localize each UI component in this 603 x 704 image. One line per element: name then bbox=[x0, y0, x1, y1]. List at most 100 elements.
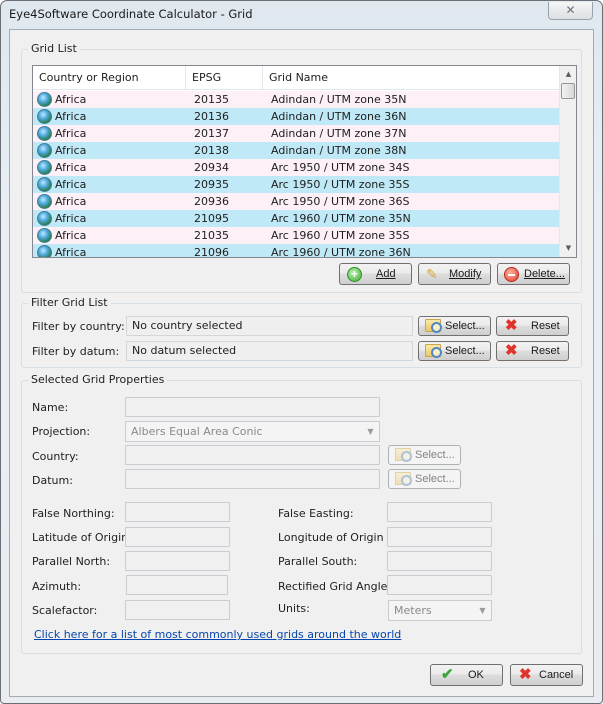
cell-country: Africa bbox=[55, 161, 87, 174]
globe-icon bbox=[37, 160, 52, 175]
cell-name: Arc 1950 / UTM zone 34S bbox=[271, 161, 410, 174]
folder-search-icon bbox=[425, 344, 442, 358]
globe-icon bbox=[37, 177, 52, 192]
parallel-north-field[interactable] bbox=[125, 551, 230, 571]
cell-name: Arc 1960 / UTM zone 36N bbox=[271, 246, 411, 258]
grid-list-group-label: Grid List bbox=[28, 42, 80, 55]
cell-country: Africa bbox=[55, 195, 87, 208]
cancel-button[interactable]: ✖ Cancel bbox=[510, 664, 583, 686]
folder-search-icon bbox=[395, 448, 412, 462]
scroll-up-arrow-icon[interactable]: ▲ bbox=[560, 66, 576, 83]
cell-country: Africa bbox=[55, 127, 87, 140]
table-row[interactable]: Africa 21035 Arc 1960 / UTM zone 35S bbox=[33, 227, 559, 244]
longitude-origin-field[interactable] bbox=[387, 527, 492, 547]
cell-epsg: 20135 bbox=[194, 93, 229, 106]
filter-group-label: Filter Grid List bbox=[28, 296, 111, 309]
filter-datum-reset-button[interactable]: ✖ Reset bbox=[496, 341, 569, 361]
table-row[interactable]: Africa 20936 Arc 1950 / UTM zone 36S bbox=[33, 193, 559, 210]
chevron-down-icon: ▼ bbox=[367, 427, 374, 436]
cell-country: Africa bbox=[55, 229, 87, 242]
cell-epsg: 20136 bbox=[194, 110, 229, 123]
scroll-down-arrow-icon[interactable]: ▼ bbox=[560, 240, 576, 257]
false-easting-field[interactable] bbox=[387, 502, 492, 522]
country-select-button[interactable]: Select... bbox=[388, 445, 461, 465]
table-row[interactable]: Africa 20935 Arc 1950 / UTM zone 35S bbox=[33, 176, 559, 193]
table-row[interactable]: Africa 21096 Arc 1960 / UTM zone 36N bbox=[33, 244, 559, 258]
filter-datum-select-button[interactable]: Select... bbox=[418, 341, 491, 361]
units-dropdown[interactable]: Meters ▼ bbox=[388, 600, 492, 621]
cell-country: Africa bbox=[55, 178, 87, 191]
vertical-scrollbar[interactable]: ▲ ▼ bbox=[559, 66, 576, 257]
false-northing-field[interactable] bbox=[125, 502, 230, 522]
name-label: Name: bbox=[32, 401, 69, 414]
false-easting-label: False Easting: bbox=[278, 507, 354, 520]
cell-epsg: 20138 bbox=[194, 144, 229, 157]
azimuth-field[interactable] bbox=[126, 575, 228, 595]
projection-dropdown[interactable]: Albers Equal Area Conic ▼ bbox=[125, 421, 380, 442]
delete-icon bbox=[504, 267, 519, 282]
column-header-grid-name[interactable]: Grid Name bbox=[263, 66, 559, 90]
name-field[interactable] bbox=[125, 397, 380, 417]
scalefactor-label: Scalefactor: bbox=[32, 604, 98, 617]
false-northing-label: False Northing: bbox=[32, 507, 115, 520]
close-button[interactable]: ✕ bbox=[548, 2, 593, 20]
window-title: Eye4Software Coordinate Calculator - Gri… bbox=[9, 7, 253, 21]
rectified-grid-angle-field[interactable] bbox=[387, 575, 492, 595]
scroll-thumb[interactable] bbox=[561, 83, 575, 99]
reset-x-icon: ✖ bbox=[505, 317, 518, 334]
cell-country: Africa bbox=[55, 212, 87, 225]
parallel-north-label: Parallel North: bbox=[32, 555, 111, 568]
units-label: Units: bbox=[278, 602, 310, 615]
grid-list-rows: Africa 20135 Adindan / UTM zone 35N Africa 2… bbox=[33, 91, 559, 258]
filter-country-select-button[interactable]: Select... bbox=[418, 316, 491, 336]
rectified-grid-angle-label: Rectified Grid Angle: bbox=[278, 580, 392, 593]
checkmark-icon: ✔ bbox=[441, 666, 454, 683]
cell-country: Africa bbox=[55, 246, 87, 258]
projection-value: Albers Equal Area Conic bbox=[131, 425, 263, 438]
title-bar[interactable]: Eye4Software Coordinate Calculator - Gri… bbox=[1, 1, 602, 29]
cell-name: Adindan / UTM zone 38N bbox=[271, 144, 407, 157]
country-field[interactable] bbox=[125, 445, 380, 465]
filter-country-reset-button[interactable]: ✖ Reset bbox=[496, 316, 569, 336]
table-row[interactable]: Africa 20135 Adindan / UTM zone 35N bbox=[33, 91, 559, 108]
column-header-country[interactable]: Country or Region bbox=[33, 66, 186, 90]
datum-field[interactable] bbox=[125, 469, 380, 489]
grid-list-view[interactable]: Country or Region EPSG Grid Name Africa 2… bbox=[32, 65, 577, 258]
table-row[interactable]: Africa 20136 Adindan / UTM zone 36N bbox=[33, 108, 559, 125]
parallel-south-field[interactable] bbox=[387, 551, 492, 571]
select-label: Select... bbox=[445, 320, 485, 332]
add-icon: + bbox=[347, 267, 362, 282]
modify-label: Modify bbox=[449, 268, 482, 280]
ok-button[interactable]: ✔ OK bbox=[430, 664, 503, 686]
scalefactor-field[interactable] bbox=[125, 600, 230, 620]
longitude-origin-label: Longitude of Origin bbox=[278, 531, 384, 544]
reset-label: Reset bbox=[531, 320, 560, 332]
filter-country-label: Filter by country: bbox=[32, 320, 125, 333]
add-button[interactable]: + Add bbox=[339, 263, 412, 285]
cell-epsg: 21096 bbox=[194, 246, 229, 258]
units-value: Meters bbox=[394, 604, 432, 617]
select-label: Select... bbox=[415, 449, 455, 461]
filter-datum-label: Filter by datum: bbox=[32, 345, 120, 358]
common-grids-link[interactable]: Click here for a list of most commonly u… bbox=[34, 628, 401, 641]
globe-icon bbox=[37, 126, 52, 141]
table-row[interactable]: Africa 21095 Arc 1960 / UTM zone 35N bbox=[33, 210, 559, 227]
cancel-x-icon: ✖ bbox=[519, 666, 532, 683]
modify-button[interactable]: ✎ Modify bbox=[418, 263, 491, 285]
filter-country-field: No country selected bbox=[126, 316, 413, 336]
cell-country: Africa bbox=[55, 93, 87, 106]
azimuth-label: Azimuth: bbox=[32, 580, 82, 593]
column-header-epsg[interactable]: EPSG bbox=[186, 66, 263, 90]
delete-button[interactable]: Delete... bbox=[497, 263, 570, 285]
reset-label: Reset bbox=[531, 345, 560, 357]
table-row[interactable]: Africa 20137 Adindan / UTM zone 37N bbox=[33, 125, 559, 142]
cell-epsg: 20936 bbox=[194, 195, 229, 208]
table-row[interactable]: Africa 20934 Arc 1950 / UTM zone 34S bbox=[33, 159, 559, 176]
datum-select-button[interactable]: Select... bbox=[388, 469, 461, 489]
cell-name: Adindan / UTM zone 37N bbox=[271, 127, 407, 140]
dialog-client-area: Grid List Country or Region EPSG Grid Na… bbox=[9, 29, 594, 697]
latitude-origin-field[interactable] bbox=[125, 527, 230, 547]
table-row[interactable]: Africa 20138 Adindan / UTM zone 38N bbox=[33, 142, 559, 159]
folder-search-icon bbox=[425, 319, 442, 333]
cell-name: Arc 1960 / UTM zone 35S bbox=[271, 229, 410, 242]
